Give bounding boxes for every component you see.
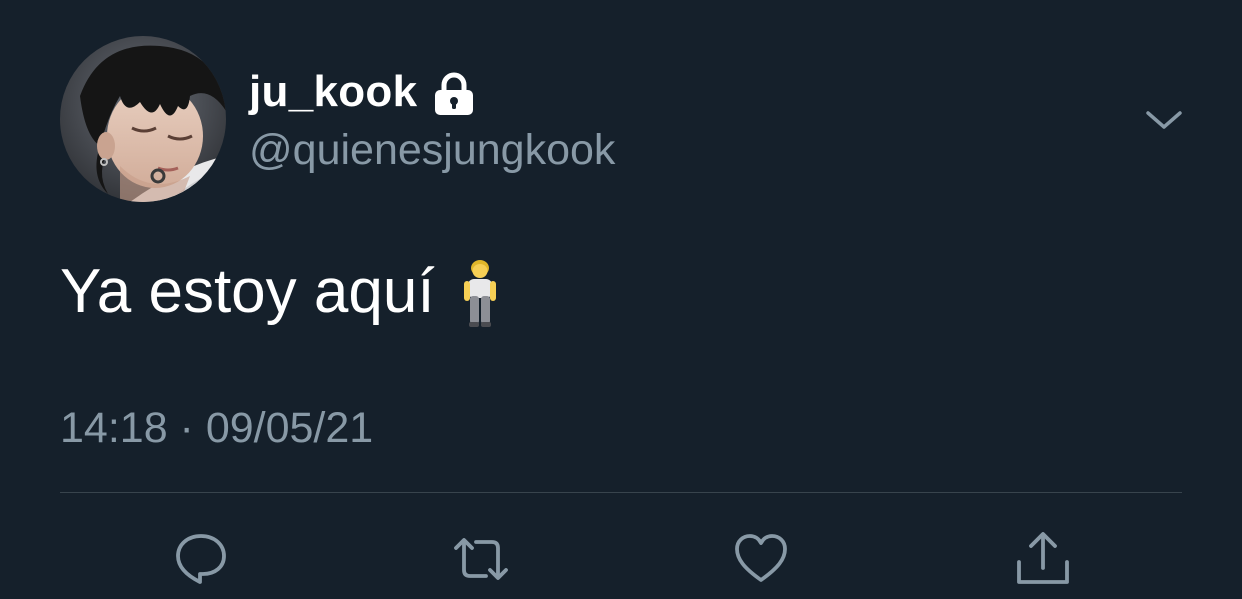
- person-standing-emoji: [461, 259, 499, 329]
- heart-icon: [732, 530, 790, 588]
- tweet-text: Ya estoy aquí: [60, 252, 499, 332]
- divider: [60, 492, 1182, 493]
- user-handle[interactable]: @quienesjungkook: [249, 124, 615, 176]
- chevron-down-icon[interactable]: [1142, 98, 1186, 142]
- share-icon: [1014, 530, 1072, 588]
- tweet-card: ju_kook @quienesjungkook Ya estoy aquí 1…: [0, 0, 1242, 599]
- display-name[interactable]: ju_kook: [249, 67, 417, 117]
- like-button[interactable]: [732, 530, 790, 588]
- comment-icon: [172, 530, 230, 588]
- avatar[interactable]: [60, 36, 226, 202]
- retweet-button[interactable]: [452, 530, 510, 588]
- tweet-timestamp[interactable]: 14:18 · 09/05/21: [60, 400, 373, 456]
- lock-icon: [431, 71, 477, 117]
- reply-button[interactable]: [172, 530, 230, 588]
- tweet-body: Ya estoy aquí: [60, 257, 435, 326]
- retweet-icon: [452, 530, 510, 588]
- display-name-row[interactable]: ju_kook: [249, 64, 477, 120]
- share-button[interactable]: [1014, 530, 1072, 588]
- avatar-image: [60, 36, 226, 202]
